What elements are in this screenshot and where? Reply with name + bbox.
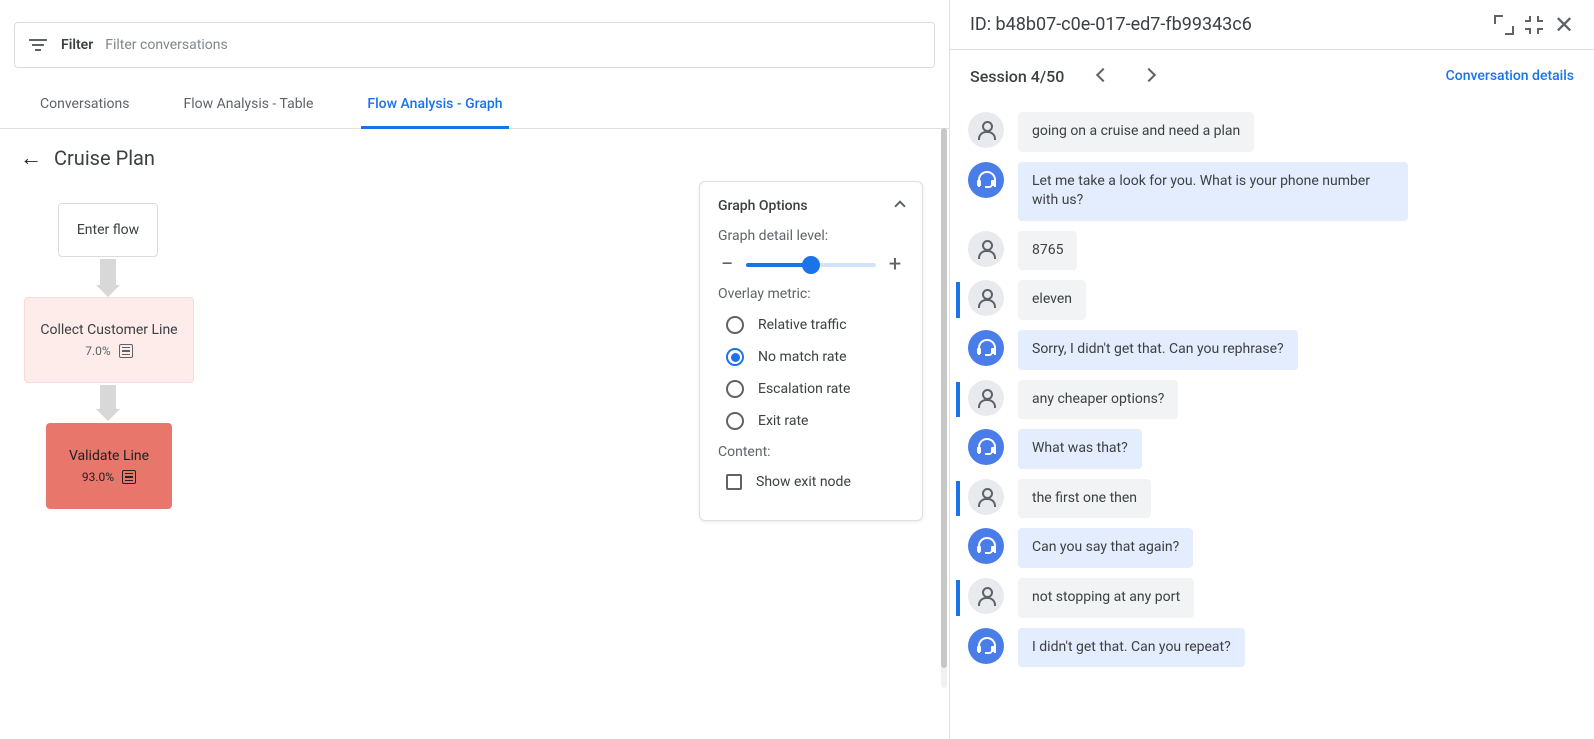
message-bubble: Can you say that again? — [1018, 528, 1193, 568]
filter-placeholder: Filter conversations — [105, 37, 227, 53]
detail-slider-row: − + — [718, 254, 904, 276]
checkbox-show-exit-node[interactable]: Show exit node — [726, 474, 904, 490]
overlay-metric-label: Overlay metric: — [718, 286, 904, 302]
message-row: the first one then — [956, 479, 1574, 519]
message-row: What was that? — [956, 429, 1574, 469]
tabs: Conversations Flow Analysis - Table Flow… — [0, 82, 949, 129]
message-row: not stopping at any port — [956, 578, 1574, 618]
message-row: Can you say that again? — [956, 528, 1574, 568]
radio-label: Escalation rate — [758, 381, 850, 397]
message-bubble: the first one then — [1018, 479, 1151, 519]
node-label: Enter flow — [77, 222, 139, 238]
agent-avatar-icon — [968, 429, 1004, 465]
message-row: 8765 — [956, 231, 1574, 271]
graph-options-panel: Graph Options Graph detail level: − + Ov… — [699, 181, 923, 521]
message-bubble: What was that? — [1018, 429, 1142, 469]
increase-detail-button[interactable]: + — [886, 254, 904, 276]
prev-session-button[interactable] — [1080, 64, 1126, 88]
filter-icon — [29, 39, 49, 51]
message-bubble: any cheaper options? — [1018, 380, 1178, 420]
messages-list: going on a cruise and need a plan Let me … — [950, 102, 1594, 739]
graph-title: Cruise Plan — [54, 146, 155, 170]
conversation-id: ID: b48b07-c0e-017-ed7-fb99343c6 — [970, 14, 1484, 35]
message-bubble: Sorry, I didn't get that. Can you rephra… — [1018, 330, 1298, 370]
agent-avatar-icon — [968, 628, 1004, 664]
message-row: any cheaper options? — [956, 380, 1574, 420]
detail-header: ID: b48b07-c0e-017-ed7-fb99343c6 ✕ — [950, 0, 1594, 50]
session-bar: Session 4/50 Conversation details — [950, 50, 1594, 102]
message-bubble: Let me take a look for you. What is your… — [1018, 162, 1408, 221]
checkbox-label: Show exit node — [756, 474, 851, 490]
node-metric: 7.0% — [85, 344, 110, 358]
filter-bar[interactable]: Filter Filter conversations — [14, 22, 935, 68]
message-row: I didn't get that. Can you repeat? — [956, 628, 1574, 668]
radio-escalation-rate[interactable]: Escalation rate — [726, 380, 904, 398]
filter-label: Filter — [61, 37, 93, 53]
agent-avatar-icon — [968, 528, 1004, 564]
close-icon[interactable]: ✕ — [1554, 15, 1574, 35]
radio-label: No match rate — [758, 349, 847, 365]
radio-label: Relative traffic — [758, 317, 847, 333]
node-label: Collect Customer Line — [40, 322, 177, 338]
next-session-button[interactable] — [1126, 64, 1172, 88]
radio-icon — [726, 348, 744, 366]
user-avatar-icon — [968, 280, 1004, 316]
conversation-details-link[interactable]: Conversation details — [1446, 68, 1574, 84]
message-bubble: 8765 — [1018, 231, 1077, 271]
radio-relative-traffic[interactable]: Relative traffic — [726, 316, 904, 334]
checkbox-icon — [726, 474, 742, 490]
detail-level-label: Graph detail level: — [718, 228, 904, 244]
tab-flow-graph[interactable]: Flow Analysis - Graph — [361, 82, 508, 129]
user-avatar-icon — [968, 578, 1004, 614]
graph-canvas: Enter flow Collect Customer Line 7.0% Va… — [0, 181, 949, 739]
radio-no-match-rate[interactable]: No match rate — [726, 348, 904, 366]
message-row: eleven — [956, 280, 1574, 320]
radio-icon — [726, 412, 744, 430]
node-metric: 93.0% — [82, 470, 114, 484]
flow-arrow-icon — [100, 385, 116, 411]
message-bubble: going on a cruise and need a plan — [1018, 112, 1254, 152]
decrease-detail-button[interactable]: − — [718, 254, 736, 276]
message-row: going on a cruise and need a plan — [956, 112, 1574, 152]
scrollbar[interactable] — [941, 128, 947, 688]
back-arrow-icon[interactable]: ← — [20, 145, 42, 171]
graph-header: ← Cruise Plan — [0, 129, 949, 181]
node-validate-line[interactable]: Validate Line 93.0% — [46, 423, 172, 509]
message-row: Sorry, I didn't get that. Can you rephra… — [956, 330, 1574, 370]
exit-fullscreen-icon[interactable] — [1524, 15, 1544, 35]
radio-icon — [726, 380, 744, 398]
radio-exit-rate[interactable]: Exit rate — [726, 412, 904, 430]
user-avatar-icon — [968, 380, 1004, 416]
node-enter-flow[interactable]: Enter flow — [58, 203, 158, 257]
node-meta: 7.0% — [85, 344, 132, 358]
session-label: Session 4/50 — [970, 67, 1064, 86]
message-bubble: eleven — [1018, 280, 1086, 320]
graph-options-header[interactable]: Graph Options — [718, 198, 904, 214]
node-meta: 93.0% — [82, 470, 136, 484]
tab-conversations[interactable]: Conversations — [34, 82, 135, 128]
tab-flow-table[interactable]: Flow Analysis - Table — [177, 82, 319, 128]
message-bubble: I didn't get that. Can you repeat? — [1018, 628, 1245, 668]
user-avatar-icon — [968, 479, 1004, 515]
list-icon — [119, 344, 133, 358]
radio-label: Exit rate — [758, 413, 808, 429]
user-avatar-icon — [968, 231, 1004, 267]
user-avatar-icon — [968, 112, 1004, 148]
agent-avatar-icon — [968, 330, 1004, 366]
chevron-up-icon — [894, 200, 905, 211]
radio-icon — [726, 316, 744, 334]
detail-slider[interactable] — [746, 263, 876, 267]
message-row: Let me take a look for you. What is your… — [956, 162, 1574, 221]
flow-arrow-icon — [100, 259, 116, 287]
agent-avatar-icon — [968, 162, 1004, 198]
message-bubble: not stopping at any port — [1018, 578, 1194, 618]
fullscreen-icon[interactable] — [1494, 15, 1514, 35]
list-icon — [122, 470, 136, 484]
content-label: Content: — [718, 444, 904, 460]
graph-options-title: Graph Options — [718, 198, 808, 214]
node-label: Validate Line — [69, 448, 149, 464]
node-collect-customer-line[interactable]: Collect Customer Line 7.0% — [24, 297, 194, 383]
